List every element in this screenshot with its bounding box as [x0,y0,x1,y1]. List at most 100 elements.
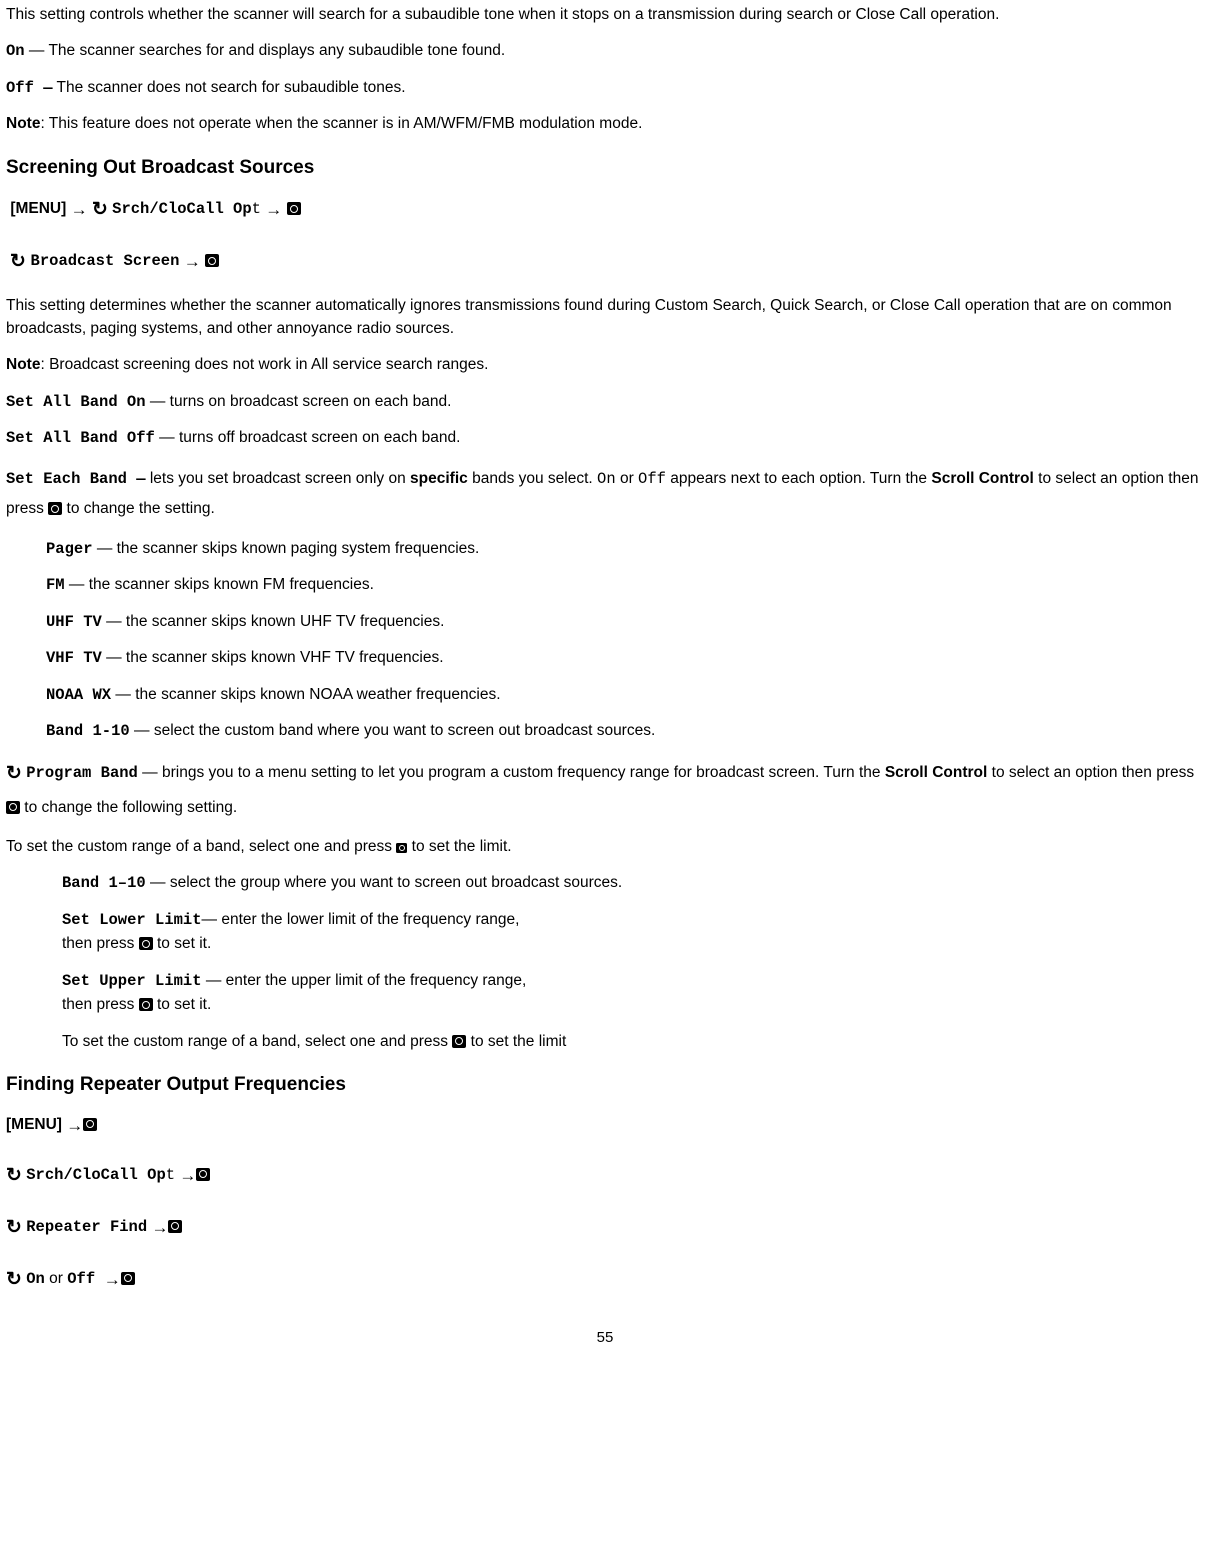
intro-paragraph: This setting controls whether the scanne… [6,4,1204,26]
note-2-text: : Broadcast screening does not work in A… [40,356,488,373]
program-band-desc-a: — brings you to a menu setting to let yo… [138,764,885,781]
scroll-icon [6,756,22,792]
opt-pager-desc: — the scanner skips known paging system … [93,540,480,557]
then-press-a2: then press [62,996,139,1013]
opt-pager: Pager — the scanner skips known paging s… [46,538,1204,560]
set-all-on-label: Set All Band On [6,393,146,411]
nav-repeater-3: Repeater Find [6,1209,1204,1247]
set-all-off-desc: — turns off broadcast screen on each ban… [155,429,461,446]
opt-band110: Band 1-10 — select the custom band where… [46,720,1204,742]
then-press-upper: then press to set it. [62,994,1204,1016]
note-2-label: Note [6,356,40,373]
note-2: Note: Broadcast screening does not work … [6,354,1204,376]
program-band-label: Program Band [26,764,138,782]
set-lower-limit: Set Lower Limit— enter the lower limit o… [62,909,1204,931]
set-each-desc-a: lets you set broadcast screen only on [146,470,411,487]
then-press-b1: to set it. [153,935,212,952]
nav-srch-opt-b: t [252,200,261,218]
nav-repeater-4: On or Off [6,1261,1204,1299]
opt-noaa-label: NOAA WX [46,686,111,704]
press-icon [139,937,153,950]
opt-band110-desc: — select the custom band where you want … [130,722,656,739]
press-icon [83,1118,97,1131]
custom-range-outro-b: to set the limit [466,1033,566,1050]
press-icon [452,1035,466,1048]
option-off: Off — The scanner does not search for su… [6,77,1204,99]
opt-fm: FM — the scanner skips known FM frequenc… [46,574,1204,596]
lower-label: Set Lower Limit [62,911,202,929]
press-icon [287,202,301,215]
option-on-desc: — The scanner searches for and displays … [25,42,506,59]
custom-range-intro-b: to set the limit. [407,838,511,855]
scroll-icon [6,1261,22,1299]
nav-broadcast-screen: Broadcast Screen [31,252,180,270]
nav-srch-opt-b2: t [166,1166,175,1184]
nav-repeater-1: [MENU] [6,1109,1204,1143]
option-off-label: Off — [6,79,53,97]
nav-off: Off [67,1270,95,1288]
nav-or: or [45,1270,67,1287]
arrow-icon [184,245,201,279]
set-each-band: Set Each Band — lets you set broadcast s… [6,464,1204,524]
upper-desc: — enter the upper limit of the frequency… [202,972,527,989]
set-each-or: or [616,470,638,487]
arrow-icon [265,193,282,227]
upper-label: Set Upper Limit [62,972,202,990]
press-icon [168,1220,182,1233]
opt-band110b-label: Band 1–10 [62,874,146,892]
nav-repeater-2: Srch/CloCall Opt [6,1157,1204,1195]
press-icon [48,502,62,515]
custom-range-outro-a: To set the custom range of a band, selec… [62,1033,452,1050]
opt-uhf-label: UHF TV [46,613,102,631]
custom-range-intro: To set the custom range of a band, selec… [6,836,1204,858]
opt-vhf-desc: — the scanner skips known VHF TV frequen… [102,649,444,666]
scroll-icon [92,191,108,229]
opt-vhf: VHF TV — the scanner skips known VHF TV … [46,647,1204,669]
press-icon [121,1272,135,1285]
press-icon [6,801,20,814]
opt-uhf-desc: — the scanner skips known UHF TV frequen… [102,613,445,630]
opt-pager-label: Pager [46,540,93,558]
set-each-label: Set Each Band — [6,470,146,488]
press-icon [396,843,407,853]
option-on: On — The scanner searches for and displa… [6,40,1204,62]
opt-band110-label: Band 1-10 [46,722,130,740]
press-icon [205,254,219,267]
page-number: 55 [6,1327,1204,1349]
nav-srch-opt-a: Srch/CloCall Op [112,200,252,218]
opt-vhf-label: VHF TV [46,649,102,667]
option-on-label: On [6,42,25,60]
set-all-on-desc: — turns on broadcast screen on each band… [146,393,452,410]
scroll-control-2: Scroll Control [885,764,987,781]
nav-broadcast-2: Broadcast Screen [6,243,1204,281]
arrow-icon [66,1109,83,1143]
opt-fm-label: FM [46,576,65,594]
option-off-desc: The scanner does not search for subaudib… [53,79,406,96]
then-press-lower: then press to set it. [62,933,1204,955]
press-icon [196,1168,210,1181]
menu-key: [MENU] [10,200,66,217]
scroll-control-1: Scroll Control [931,470,1033,487]
nav-on: On [26,1270,45,1288]
program-band-desc-c: to change the following setting. [20,799,237,816]
set-all-off-label: Set All Band Off [6,429,155,447]
menu-key-2: [MENU] [6,1116,62,1133]
set-each-specific: specific [410,470,468,487]
then-press-b2: to set it. [153,996,212,1013]
set-each-on: On [597,470,616,488]
set-each-desc-b: bands you select. [468,470,597,487]
note-1: Note: This feature does not operate when… [6,113,1204,135]
custom-range-outro: To set the custom range of a band, selec… [62,1031,1204,1053]
nav-broadcast-1: [MENU] Srch/CloCall Opt [6,191,1204,229]
set-each-desc-c: appears next to each option. Turn the [666,470,931,487]
lower-desc: — enter the lower limit of the frequency… [202,911,520,928]
nav-srch-opt-a2: Srch/CloCall Op [26,1166,166,1184]
opt-band110b: Band 1–10 — select the group where you w… [62,872,1204,894]
note-1-text: : This feature does not operate when the… [40,115,642,132]
nav-repeater-find: Repeater Find [26,1218,147,1236]
opt-band110b-desc: — select the group where you want to scr… [146,874,622,891]
heading-broadcast: Screening Out Broadcast Sources [6,154,1204,182]
arrow-icon [179,1159,196,1193]
set-all-on: Set All Band On — turns on broadcast scr… [6,391,1204,413]
arrow-icon [151,1211,168,1245]
